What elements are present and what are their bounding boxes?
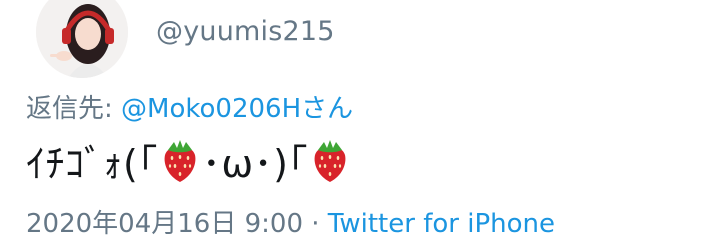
avatar[interactable] — [36, 0, 128, 78]
author-handle[interactable]: @yuumis215 — [156, 16, 335, 47]
meta-separator: · — [303, 209, 328, 239]
reply-mention-link[interactable]: @Moko0206Hさん — [121, 94, 353, 124]
strawberry-emoji-icon — [164, 140, 196, 182]
tweet-source-link[interactable]: Twitter for iPhone — [328, 209, 555, 239]
reply-to-line: 返信先: @Moko0206Hさん — [26, 88, 353, 125]
tweet-meta: 2020年04月16日 9:00 · Twitter for iPhone — [26, 203, 555, 240]
tweet-text: ｲﾁｺﾞｫ(｢ ･ω･)｢ — [26, 130, 352, 190]
reply-prefix: 返信先: — [26, 94, 122, 124]
strawberry-emoji-icon — [314, 140, 346, 182]
tweet-text-part2: ･ω･)｢ — [201, 141, 308, 186]
tweet-detail: @yuumis215 返信先: @Moko0206Hさん ｲﾁｺﾞｫ(｢ ･ω･… — [0, 0, 719, 240]
tweet-timestamp[interactable]: 2020年04月16日 9:00 — [26, 209, 303, 239]
tweet-text-part1: ｲﾁｺﾞｫ(｢ — [26, 141, 158, 186]
avatar-image — [36, 0, 128, 78]
